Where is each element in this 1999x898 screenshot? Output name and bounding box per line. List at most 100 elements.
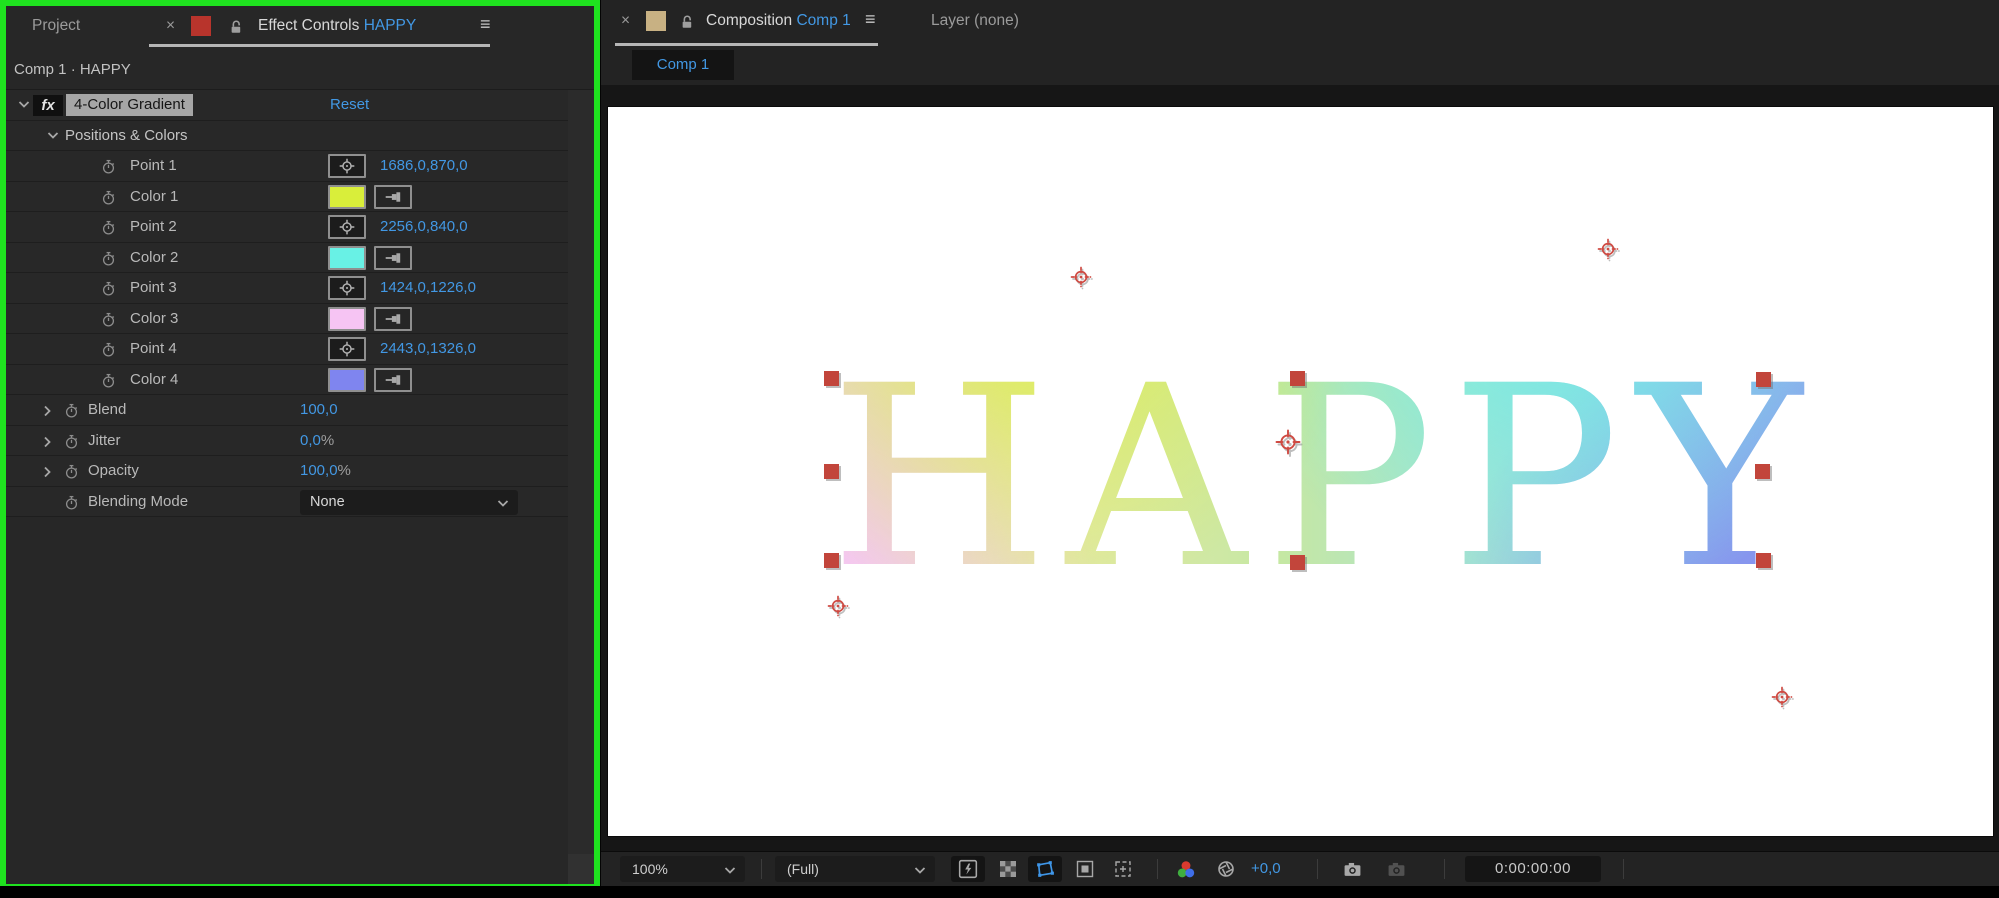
effect-point-2-marker[interactable] — [1595, 236, 1621, 262]
tab-composition[interactable]: Composition Comp 1 — [706, 12, 851, 30]
property-row-opacity[interactable]: Opacity 100,0% — [6, 456, 594, 487]
effect-name[interactable]: 4-Color Gradient — [66, 94, 193, 116]
stopwatch-icon[interactable] — [100, 311, 117, 328]
mask-visibility-button[interactable] — [1028, 856, 1062, 882]
point-value[interactable]: 1424,0,1226,0 — [380, 279, 476, 296]
effect-header-row[interactable]: fx 4-Color Gradient Reset — [6, 90, 594, 121]
channel-color-button[interactable] — [1171, 856, 1201, 882]
effect-point-button[interactable] — [328, 337, 366, 361]
magnification-dropdown[interactable]: 100% — [620, 856, 745, 882]
eyedropper-button[interactable] — [374, 184, 412, 209]
property-row-point-1[interactable]: Point 1 1686,0,870,0 — [6, 151, 594, 182]
effect-point-button[interactable] — [328, 276, 366, 300]
property-row-color-1[interactable]: Color 1 — [6, 181, 594, 212]
unlock-icon[interactable] — [679, 14, 694, 29]
stopwatch-icon[interactable] — [63, 433, 80, 450]
stopwatch-icon[interactable] — [63, 494, 80, 511]
chevron-down-icon[interactable] — [18, 100, 30, 112]
effect-point-4-marker[interactable] — [1769, 684, 1795, 710]
tab-project[interactable]: Project — [32, 17, 80, 35]
unlock-icon[interactable] — [228, 19, 243, 34]
property-row-point-4[interactable]: Point 4 2443,0,1326,0 — [6, 334, 594, 365]
tab-effect-controls[interactable]: Effect Controls HAPPY — [258, 17, 416, 35]
stopwatch-icon[interactable] — [63, 402, 80, 419]
reset-button[interactable]: Reset — [330, 96, 369, 113]
blending-mode-dropdown[interactable]: None — [300, 489, 518, 515]
stopwatch-icon[interactable] — [100, 250, 117, 267]
exposure-value[interactable]: +0,0 — [1251, 860, 1281, 877]
stopwatch-icon[interactable] — [100, 158, 117, 175]
selection-handle-mid-left[interactable] — [824, 464, 839, 479]
fast-previews-button[interactable] — [951, 856, 985, 882]
chevron-down-icon[interactable] — [47, 131, 59, 143]
effect-point-button[interactable] — [328, 154, 366, 178]
selection-handle-bottom-left[interactable] — [824, 553, 839, 568]
selection-handle-top-left[interactable] — [824, 371, 839, 386]
panel-corner-grip[interactable] — [568, 854, 594, 884]
property-label: Blend — [88, 401, 127, 418]
panel-menu-icon[interactable]: ≡ — [865, 9, 876, 30]
timecode-display[interactable]: 0:00:00:00 — [1465, 856, 1601, 882]
toolbar-separator — [1157, 859, 1158, 879]
property-label: Point 2 — [130, 218, 177, 235]
color-swatch[interactable] — [328, 306, 366, 331]
property-row-blend[interactable]: Blend 100,0 — [6, 395, 594, 426]
color-swatch[interactable] — [328, 245, 366, 270]
close-tab-icon[interactable]: × — [621, 12, 630, 30]
exposure-toggle-button[interactable] — [1211, 856, 1241, 882]
effect-point-button[interactable] — [328, 215, 366, 239]
property-row-color-3[interactable]: Color 3 — [6, 303, 594, 334]
selection-handle-top-right[interactable] — [1756, 372, 1771, 387]
selection-handle-bottom-right[interactable] — [1756, 553, 1771, 568]
property-row-jitter[interactable]: Jitter 0,0% — [6, 425, 594, 456]
property-row-point-3[interactable]: Point 3 1424,0,1226,0 — [6, 273, 594, 304]
panel-menu-icon[interactable]: ≡ — [480, 14, 491, 35]
region-of-interest-button[interactable] — [1070, 856, 1100, 882]
point-value[interactable]: 2256,0,840,0 — [380, 218, 468, 235]
property-row-point-2[interactable]: Point 2 2256,0,840,0 — [6, 212, 594, 243]
scrollbar-gutter[interactable] — [568, 90, 594, 884]
stopwatch-icon[interactable] — [63, 463, 80, 480]
eyedropper-button[interactable] — [374, 306, 412, 331]
chevron-right-icon[interactable] — [43, 466, 55, 478]
composition-canvas[interactable]: HAPPY — [608, 107, 1993, 836]
point-value[interactable]: 2443,0,1326,0 — [380, 340, 476, 357]
chevron-down-icon — [914, 867, 926, 874]
grid-guides-button[interactable] — [1108, 856, 1138, 882]
gradient-text-layer[interactable]: HAPPY — [830, 353, 1821, 603]
stopwatch-icon[interactable] — [100, 219, 117, 236]
property-row-blending-mode[interactable]: Blending Mode None — [6, 486, 594, 517]
param-value[interactable]: 0,0% — [300, 432, 334, 449]
chevron-right-icon[interactable] — [43, 436, 55, 448]
comp-breadcrumb-tab[interactable]: Comp 1 — [632, 50, 734, 80]
eyedropper-button[interactable] — [374, 367, 412, 392]
param-value[interactable]: 100,0% — [300, 462, 351, 479]
stopwatch-icon[interactable] — [100, 280, 117, 297]
resolution-dropdown[interactable]: (Full) — [775, 856, 935, 882]
close-tab-icon[interactable]: × — [166, 17, 175, 35]
show-snapshot-button[interactable] — [1381, 856, 1411, 882]
point-value[interactable]: 1686,0,870,0 — [380, 157, 468, 174]
bottom-edge — [0, 886, 1999, 898]
selection-handle-mid-right[interactable] — [1755, 464, 1770, 479]
effect-point-3-marker[interactable] — [825, 593, 851, 619]
color-swatch[interactable] — [328, 184, 366, 209]
color-swatch[interactable] — [328, 367, 366, 392]
stopwatch-icon[interactable] — [100, 341, 117, 358]
stopwatch-icon[interactable] — [100, 372, 117, 389]
property-row-color-2[interactable]: Color 2 — [6, 242, 594, 273]
transparency-grid-button[interactable] — [993, 856, 1023, 882]
selection-handle-top-center[interactable] — [1290, 371, 1305, 386]
layer-anchor-point-marker[interactable] — [1271, 425, 1305, 459]
property-label: Jitter — [88, 431, 121, 449]
effect-point-1-marker[interactable] — [1068, 264, 1094, 290]
tab-layer[interactable]: Layer (none) — [931, 12, 1019, 30]
group-row-positions-colors[interactable]: Positions & Colors — [6, 120, 594, 151]
take-snapshot-button[interactable] — [1337, 856, 1367, 882]
property-row-color-4[interactable]: Color 4 — [6, 364, 594, 395]
param-value[interactable]: 100,0 — [300, 401, 338, 418]
selection-handle-bottom-center[interactable] — [1290, 555, 1305, 570]
chevron-right-icon[interactable] — [43, 405, 55, 417]
eyedropper-button[interactable] — [374, 245, 412, 270]
stopwatch-icon[interactable] — [100, 189, 117, 206]
